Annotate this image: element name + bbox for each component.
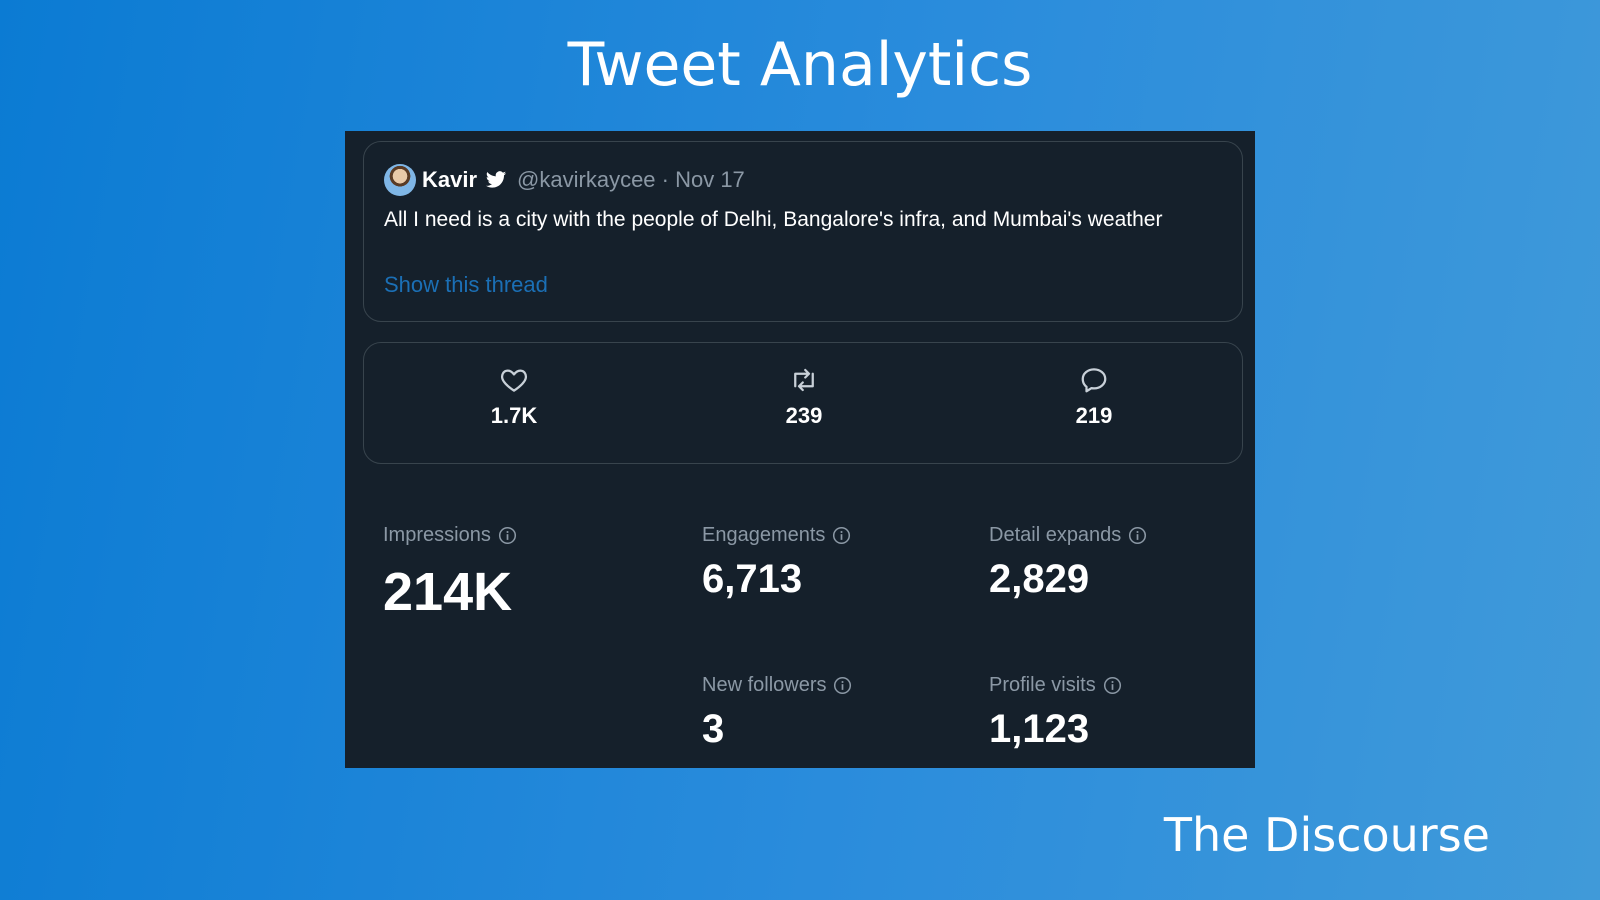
impressions-label: Impressions bbox=[383, 524, 491, 546]
profile-visits-label: Profile visits bbox=[989, 674, 1096, 696]
impressions-metric: Impressions 214K bbox=[383, 524, 517, 623]
handle-and-date[interactable]: @kavirkaycee · Nov 17 bbox=[517, 167, 745, 193]
replies-count: 219 bbox=[1075, 403, 1113, 428]
new-followers-value: 3 bbox=[702, 707, 725, 751]
new-followers-label: New followers bbox=[702, 674, 827, 696]
show-thread-link[interactable]: Show this thread bbox=[384, 272, 548, 298]
engagements-label: Engagements bbox=[702, 524, 826, 546]
impressions-value: 214K bbox=[383, 562, 513, 622]
slide-title: Tweet Analytics bbox=[567, 30, 1033, 100]
reply-icon bbox=[1081, 368, 1107, 393]
verified-bird-icon bbox=[485, 171, 507, 188]
tweet-text: All I need is a city with the people of … bbox=[384, 208, 1163, 231]
engagements-metric: Engagements 6,713 bbox=[702, 524, 851, 602]
profile-visits-metric: Profile visits 1,123 bbox=[989, 674, 1122, 752]
info-icon[interactable] bbox=[833, 676, 852, 695]
engagement-actions: 1.7K 239 219 bbox=[363, 342, 1243, 464]
profile-visits-value: 1,123 bbox=[989, 707, 1090, 751]
avatar[interactable] bbox=[384, 164, 416, 196]
info-icon[interactable] bbox=[498, 526, 517, 545]
engagements-value: 6,713 bbox=[702, 557, 803, 601]
author-name[interactable]: Kavir bbox=[422, 167, 477, 193]
retweets-count: 239 bbox=[785, 403, 823, 428]
brand-watermark: The Discourse bbox=[1163, 808, 1490, 862]
likes-count: 1.7K bbox=[490, 403, 538, 428]
info-icon[interactable] bbox=[832, 526, 851, 545]
info-icon[interactable] bbox=[1128, 526, 1147, 545]
detail-expands-value: 2,829 bbox=[989, 557, 1090, 601]
reply-button[interactable]: 219 bbox=[1034, 365, 1154, 429]
tweet-header: Kavir @kavirkaycee · Nov 17 bbox=[384, 164, 745, 196]
new-followers-metric: New followers 3 bbox=[702, 674, 852, 752]
detail-expands-label: Detail expands bbox=[989, 524, 1122, 546]
detail-expands-metric: Detail expands 2,829 bbox=[989, 524, 1147, 602]
tweet-card[interactable]: Kavir @kavirkaycee · Nov 17 All I need i… bbox=[363, 141, 1243, 322]
retweet-button[interactable]: 239 bbox=[744, 365, 864, 429]
info-icon[interactable] bbox=[1103, 676, 1122, 695]
tweet-analytics-panel: Kavir @kavirkaycee · Nov 17 All I need i… bbox=[345, 131, 1255, 768]
heart-icon bbox=[501, 369, 527, 392]
retweet-icon bbox=[794, 368, 814, 392]
like-button[interactable]: 1.7K bbox=[454, 365, 574, 429]
